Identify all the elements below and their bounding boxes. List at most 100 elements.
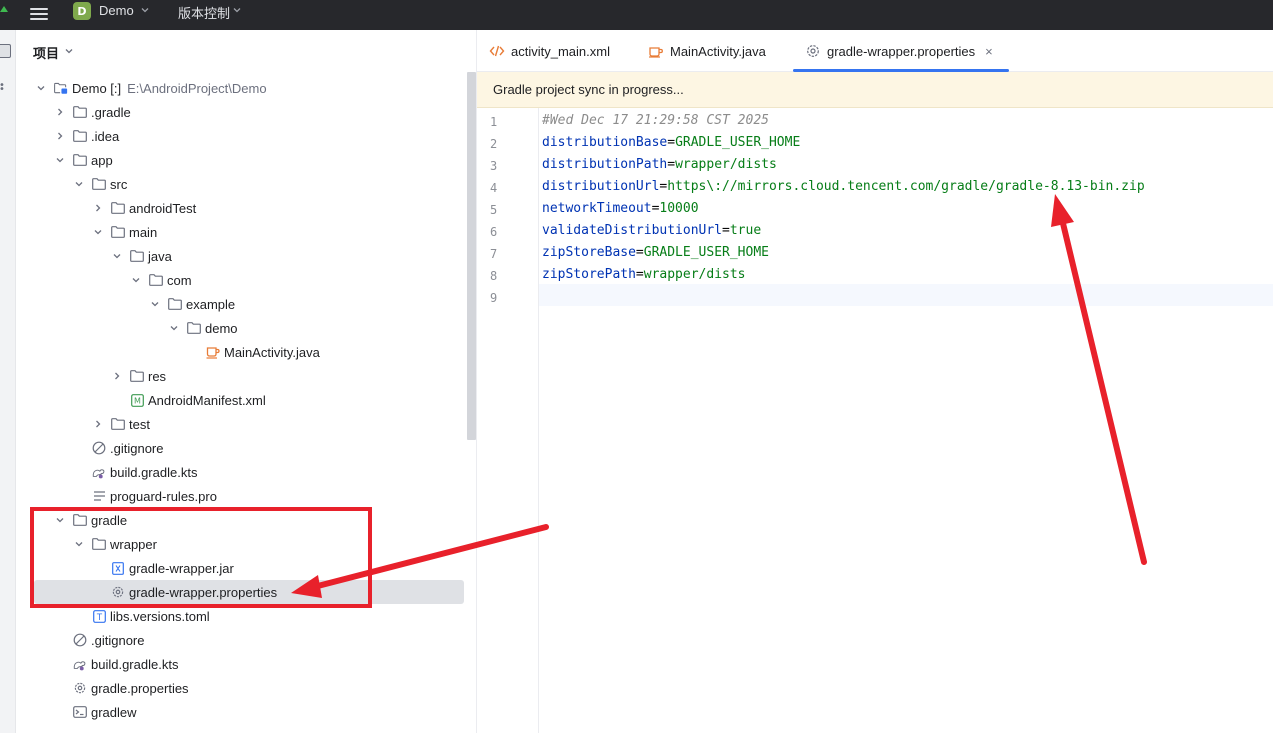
tree-item-label: test (129, 416, 150, 432)
tree-item[interactable]: Demo [:] E:\AndroidProject\Demo (36, 76, 267, 100)
vcs-menu[interactable]: 版本控制 (178, 3, 230, 22)
tab-gradle-wrapper-properties[interactable]: gradle-wrapper.properties × (793, 30, 1009, 72)
more-tools-icon[interactable]: •• (0, 81, 5, 95)
tree-item[interactable]: M AndroidManifest.xml (112, 388, 266, 412)
tree-item[interactable]: res (112, 364, 166, 388)
tree-item[interactable]: MainActivity.java (188, 340, 320, 364)
chevron-right-icon[interactable] (93, 419, 103, 429)
tree-item[interactable]: com (131, 268, 192, 292)
tree-item-label: res (148, 368, 167, 384)
project-name[interactable]: Demo (99, 3, 134, 18)
tree-scrollbar[interactable] (467, 72, 476, 440)
line-number: 5 (490, 203, 498, 217)
tree-item-label: AndroidManifest.xml (148, 392, 266, 408)
chevron-down-icon[interactable] (36, 83, 46, 93)
property-key: networkTimeout (542, 201, 652, 216)
tree-item[interactable]: example (150, 292, 235, 316)
java-class-icon (206, 346, 220, 359)
code-line[interactable]: #Wed Dec 17 21:29:58 CST 2025 (542, 113, 769, 128)
sync-banner-text: Gradle project sync in progress... (493, 82, 684, 97)
editor-area: activity_main.xml MainActivity.java grad… (477, 30, 1273, 733)
java-class-icon (648, 43, 664, 59)
folder-icon (73, 106, 87, 119)
line-number: 4 (490, 181, 498, 195)
panel-title[interactable]: 项目 (33, 43, 59, 62)
chevron-down-icon[interactable] (74, 179, 84, 189)
chevron-down-icon[interactable] (169, 323, 179, 333)
property-key: distributionUrl (542, 179, 660, 194)
line-number: 2 (490, 137, 498, 151)
tree-item[interactable]: build.gradle.kts (74, 460, 197, 484)
tree-item-label: gradle.properties (91, 680, 189, 696)
tree-item[interactable]: src (74, 172, 127, 196)
property-value: 10000 (659, 201, 699, 216)
property-separator: = (722, 223, 730, 238)
chevron-down-icon[interactable] (232, 5, 242, 15)
code-line[interactable]: distributionUrl=https\://mirrors.cloud.t… (542, 179, 1145, 194)
chevron-right-icon[interactable] (93, 203, 103, 213)
project-root-path: E:\AndroidProject\Demo (127, 80, 267, 96)
code-line[interactable]: networkTimeout=10000 (542, 201, 699, 216)
chevron-down-icon[interactable] (150, 299, 160, 309)
tree-item-label: .gitignore (91, 632, 145, 648)
chevron-right-icon[interactable] (112, 371, 122, 381)
chevron-down-icon[interactable] (93, 227, 103, 237)
folder-icon (130, 370, 144, 383)
tree-item[interactable]: demo (169, 316, 238, 340)
code-line[interactable]: zipStoreBase=GRADLE_USER_HOME (542, 245, 769, 260)
tree-item[interactable]: androidTest (93, 196, 196, 220)
chevron-right-icon[interactable] (55, 131, 65, 141)
svg-text:T: T (95, 612, 102, 622)
tree-item-label: .gitignore (110, 440, 164, 456)
code-line[interactable]: validateDistributionUrl=true (542, 223, 761, 238)
run-status-icon (0, 6, 8, 12)
project-badge[interactable]: D (73, 2, 91, 20)
tree-item[interactable]: app (55, 148, 113, 172)
gradle-icon (73, 658, 87, 671)
folder-icon (168, 298, 182, 311)
tree-item-label: MainActivity.java (224, 344, 320, 360)
line-number: 7 (490, 247, 498, 261)
folder-icon (92, 178, 106, 191)
main-menu-icon[interactable] (30, 5, 48, 23)
chevron-down-icon[interactable] (140, 5, 150, 15)
tree-item-label: gradlew (91, 704, 137, 720)
tab-activity-main-xml[interactable]: activity_main.xml (489, 30, 610, 72)
folder-icon (187, 322, 201, 335)
line-number: 8 (490, 269, 498, 283)
tree-item[interactable]: .gitignore (74, 436, 163, 460)
property-value: GRADLE_USER_HOME (675, 135, 801, 150)
tab-mainactivity-java[interactable]: MainActivity.java (648, 30, 766, 72)
properties-icon (805, 43, 821, 59)
project-tool-icon[interactable] (0, 44, 11, 58)
tree-item[interactable]: main (93, 220, 157, 244)
tree-item[interactable]: .gradle (55, 100, 131, 124)
code-line[interactable]: zipStorePath=wrapper/dists (542, 267, 746, 282)
close-icon[interactable]: × (985, 44, 993, 59)
chevron-right-icon[interactable] (55, 107, 65, 117)
property-key: validateDistributionUrl (542, 223, 723, 238)
tree-item[interactable]: .idea (55, 124, 119, 148)
tree-item[interactable]: build.gradle.kts (55, 652, 178, 676)
tree-item[interactable]: java (112, 244, 172, 268)
property-key: distributionBase (542, 135, 668, 150)
tree-item[interactable]: proguard-rules.pro (74, 484, 217, 508)
tree-item[interactable]: gradlew (55, 700, 137, 724)
chevron-down-icon[interactable] (112, 251, 122, 261)
chevron-down-icon[interactable] (55, 155, 65, 165)
tree-item[interactable]: gradle.properties (55, 676, 189, 700)
chevron-down-icon[interactable] (64, 46, 74, 56)
svg-text:M: M (134, 396, 141, 405)
code-line[interactable]: distributionPath=wrapper/dists (542, 157, 777, 172)
project-panel: 项目 Demo [:] E:\AndroidProject\Demo .gradle… (16, 30, 477, 733)
tree-item[interactable]: .gitignore (55, 628, 144, 652)
tree-item-label: main (129, 224, 158, 240)
title-bar: D Demo 版本控制 (0, 0, 1273, 30)
code-line[interactable]: distributionBase=GRADLE_USER_HOME (542, 135, 800, 150)
tree-item-label: app (91, 152, 113, 168)
folder-icon (73, 130, 87, 143)
property-value: true (729, 223, 762, 238)
tree-item[interactable]: test (93, 412, 150, 436)
chevron-down-icon[interactable] (131, 275, 141, 285)
property-value: wrapper/dists (643, 267, 746, 282)
